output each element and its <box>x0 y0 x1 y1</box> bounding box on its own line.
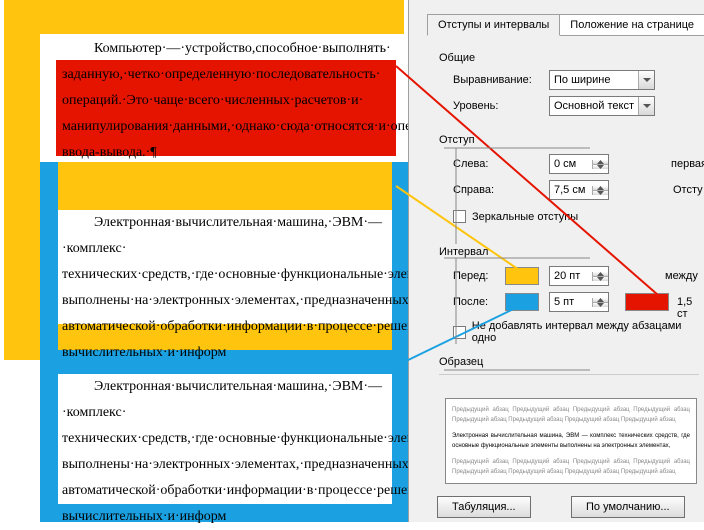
spinner-indent-left-value: 0 см <box>550 158 592 170</box>
group-sample: Образец <box>439 356 483 368</box>
checkbox-no-add-space[interactable]: Не добавлять интервал между абзацами одн… <box>453 320 704 344</box>
divider <box>439 374 699 375</box>
group-general: Общие <box>439 52 475 64</box>
spinner-after-value: 5 пт <box>550 296 592 308</box>
spinner-after[interactable]: 5 пт <box>549 292 609 312</box>
p1-run1: Компьютер·—·устро <box>94 41 219 56</box>
combo-alignment[interactable]: По ширине <box>549 70 655 90</box>
chevron-down-icon <box>638 97 654 115</box>
combo-alignment-value: По ширине <box>550 74 638 86</box>
label-first-line-trunc: первая <box>671 158 704 170</box>
label-indent-left: Слева: <box>453 158 488 170</box>
label-after: После: <box>453 296 488 308</box>
spinner-indent-right[interactable]: 7,5 см <box>549 180 609 200</box>
p2-run1: Электронная·вычис <box>94 215 212 230</box>
spacing-after-highlight-left <box>40 162 58 522</box>
group-indent: Отступ <box>439 134 475 146</box>
p2-run5: выполнены·на·электрон <box>62 293 206 308</box>
value-linespace-trunc: 1,5 ст <box>677 296 704 320</box>
checkbox-mirror-indents[interactable]: Зеркальные отступы <box>453 210 578 223</box>
label-between-trunc: между <box>665 270 698 282</box>
p3-run8: ки·информации·в·процессе·решения· <box>208 483 434 498</box>
sample-preview: Предыдущий абзац Предыдущий абзац Предыд… <box>445 398 697 484</box>
button-default[interactable]: По умолчанию... <box>571 496 685 518</box>
label-indent-right: Справа: <box>453 184 494 196</box>
spinner-before[interactable]: 20 пт <box>549 266 609 286</box>
paragraph-2[interactable]: Электронная·вычислительная·машина,·ЭВМ·—… <box>62 210 394 366</box>
button-tabs[interactable]: Табуляция... <box>437 496 531 518</box>
document-pane: Компьютер·—·устройство,способное·выполня… <box>0 0 408 522</box>
spacing-before-highlight-top <box>4 0 404 34</box>
swatch-right-indent-red <box>625 293 669 311</box>
p3-run5: выполнены·на·электрон <box>62 457 206 472</box>
p3-run7: автоматической·обработ <box>62 483 208 498</box>
p2-run3: технических·средств,·г <box>62 267 200 282</box>
spinner-before-value: 20 пт <box>550 270 592 282</box>
p3-run6: ных·элементах,·предназначенных·для· <box>206 457 438 472</box>
checkbox-box <box>453 326 466 339</box>
spinner-indent-left[interactable]: 0 см <box>549 154 609 174</box>
p1-run5: операций.·Это·чаще·вс <box>62 93 201 108</box>
chevron-down-icon[interactable] <box>592 165 608 169</box>
paragraph-1[interactable]: Компьютер·—·устройство,способное·выполня… <box>62 36 394 166</box>
group-interval: Интервал <box>439 246 488 258</box>
swatch-after-blue <box>505 293 539 311</box>
p3-run1: Электронная·вычис <box>94 379 212 394</box>
p1-run3: заданную,·четко·определ <box>62 67 213 82</box>
swatch-before-yellow <box>505 267 539 285</box>
p3-run3: технических·средств,·г <box>62 431 200 446</box>
chevron-down-icon[interactable] <box>592 277 608 281</box>
chevron-down-icon <box>638 71 654 89</box>
p1-run9: ввода-вывода.·¶ <box>62 145 157 160</box>
chevron-down-icon[interactable] <box>592 191 608 195</box>
label-indent-type-trunc: Отсту <box>673 184 703 196</box>
p1-run4: енную·последовательность· <box>213 67 381 82</box>
sample-gray-text: Предыдущий абзац Предыдущий абзац Предыд… <box>452 405 690 425</box>
spacing-before-highlight-mid <box>4 162 404 210</box>
tab-page-position[interactable]: Положение на странице <box>559 14 704 36</box>
p1-run7: манипулирования·данным <box>62 119 220 134</box>
paragraph-3[interactable]: Электронная·вычислительная·машина,·ЭВМ·—… <box>62 374 394 530</box>
tab-indents-spacing[interactable]: Отступы и интервалы <box>427 14 560 36</box>
label-level: Уровень: <box>453 100 498 112</box>
spinner-indent-right-value: 7,5 см <box>550 184 592 196</box>
combo-level[interactable]: Основной текст <box>549 96 655 116</box>
sample-black-text: Электронная вычислительная машина, ЭВМ —… <box>452 431 690 451</box>
label-alignment: Выравнивание: <box>453 74 532 86</box>
combo-level-value: Основной текст <box>550 100 638 112</box>
paragraph-dialog: Отступы и интервалы Положение на страниц… <box>408 0 704 522</box>
sample-gray-text2: Предыдущий абзац Предыдущий абзац Предыд… <box>452 457 690 477</box>
p1-run6: его·численных·расчетов·и· <box>201 93 363 108</box>
p1-run2: йство,способное·выполнять· <box>219 41 391 56</box>
checkbox-mirror-label: Зеркальные отступы <box>472 211 578 223</box>
p2-run6: ных·элементах,·предназначенных·для· <box>206 293 438 308</box>
p2-run7: автоматической·обработ <box>62 319 208 334</box>
checkbox-no-add-label: Не добавлять интервал между абзацами одн… <box>472 320 704 344</box>
chevron-down-icon[interactable] <box>592 303 608 307</box>
checkbox-box <box>453 210 466 223</box>
p2-run8: ки·информации·в·процессе·решения· <box>208 319 434 334</box>
label-before: Перед: <box>453 270 489 282</box>
p2-run9: вычислительных·и·информ <box>62 345 226 360</box>
